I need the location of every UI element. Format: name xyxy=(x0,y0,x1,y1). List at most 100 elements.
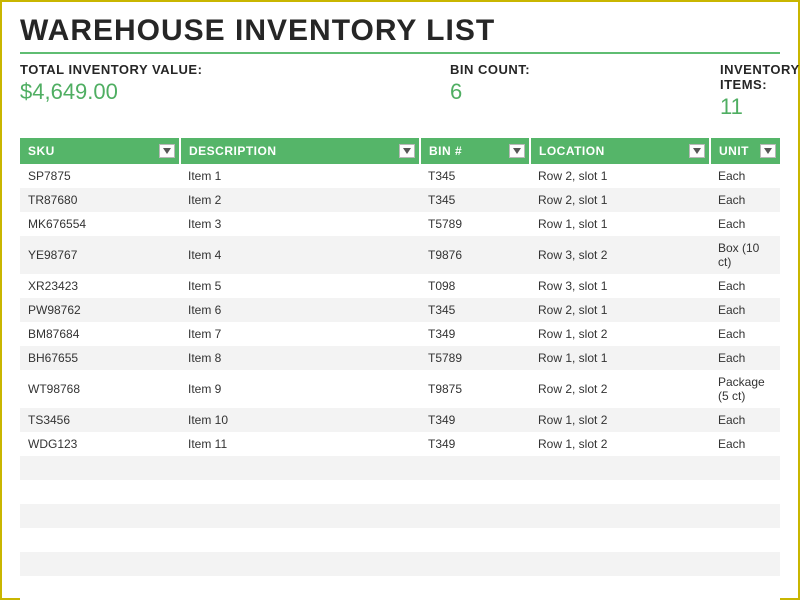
cell-empty xyxy=(420,528,530,552)
cell-location[interactable]: Row 3, slot 1 xyxy=(530,274,710,298)
filter-button-bin[interactable] xyxy=(509,144,525,158)
cell-sku[interactable]: BM87684 xyxy=(20,322,180,346)
cell-description[interactable]: Item 1 xyxy=(180,164,420,188)
col-unit[interactable]: UNIT xyxy=(710,138,780,164)
col-unit-label: UNIT xyxy=(719,144,749,158)
cell-description[interactable]: Item 3 xyxy=(180,212,420,236)
cell-sku[interactable]: BH67655 xyxy=(20,346,180,370)
col-description[interactable]: DESCRIPTION xyxy=(180,138,420,164)
table-row[interactable]: BM87684Item 7T349Row 1, slot 2Each xyxy=(20,322,780,346)
cell-sku[interactable]: TR87680 xyxy=(20,188,180,212)
cell-empty xyxy=(530,576,710,600)
table-row[interactable]: YE98767Item 4T9876Row 3, slot 2Box (10 c… xyxy=(20,236,780,274)
filter-button-sku[interactable] xyxy=(159,144,175,158)
cell-description[interactable]: Item 5 xyxy=(180,274,420,298)
cell-location[interactable]: Row 1, slot 2 xyxy=(530,432,710,456)
table-row[interactable]: WDG123Item 11T349Row 1, slot 2Each xyxy=(20,432,780,456)
cell-description[interactable]: Item 8 xyxy=(180,346,420,370)
cell-sku[interactable]: WDG123 xyxy=(20,432,180,456)
cell-location[interactable]: Row 2, slot 1 xyxy=(530,188,710,212)
table-row[interactable]: BH67655Item 8T5789Row 1, slot 1Each xyxy=(20,346,780,370)
cell-empty xyxy=(710,504,780,528)
table-row-empty xyxy=(20,504,780,528)
cell-sku[interactable]: PW98762 xyxy=(20,298,180,322)
table-row-empty xyxy=(20,480,780,504)
filter-button-unit[interactable] xyxy=(760,144,776,158)
table-body: SP7875Item 1T345Row 2, slot 1EachTR87680… xyxy=(20,164,780,600)
cell-unit[interactable]: Each xyxy=(710,298,780,322)
cell-bin[interactable]: T9876 xyxy=(420,236,530,274)
table-row[interactable]: TR87680Item 2T345Row 2, slot 1Each xyxy=(20,188,780,212)
cell-empty xyxy=(20,528,180,552)
cell-location[interactable]: Row 2, slot 2 xyxy=(530,370,710,408)
filter-button-location[interactable] xyxy=(689,144,705,158)
cell-bin[interactable]: T345 xyxy=(420,164,530,188)
cell-bin[interactable]: T9875 xyxy=(420,370,530,408)
cell-unit[interactable]: Each xyxy=(710,346,780,370)
cell-empty xyxy=(710,480,780,504)
cell-description[interactable]: Item 4 xyxy=(180,236,420,274)
table-header-row: SKU DESCRIPTION BIN # xyxy=(20,138,780,164)
summary-items-label: INVENTORY ITEMS: xyxy=(720,62,799,92)
cell-sku[interactable]: TS3456 xyxy=(20,408,180,432)
cell-sku[interactable]: YE98767 xyxy=(20,236,180,274)
cell-description[interactable]: Item 7 xyxy=(180,322,420,346)
table-row[interactable]: SP7875Item 1T345Row 2, slot 1Each xyxy=(20,164,780,188)
cell-description[interactable]: Item 9 xyxy=(180,370,420,408)
col-bin[interactable]: BIN # xyxy=(420,138,530,164)
table-row[interactable]: PW98762Item 6T345Row 2, slot 1Each xyxy=(20,298,780,322)
cell-empty xyxy=(420,552,530,576)
table-row-empty xyxy=(20,528,780,552)
cell-empty xyxy=(180,480,420,504)
cell-bin[interactable]: T345 xyxy=(420,298,530,322)
cell-bin[interactable]: T349 xyxy=(420,408,530,432)
cell-location[interactable]: Row 1, slot 1 xyxy=(530,346,710,370)
col-sku-label: SKU xyxy=(28,144,55,158)
cell-bin[interactable]: T5789 xyxy=(420,346,530,370)
cell-bin[interactable]: T349 xyxy=(420,432,530,456)
filter-button-description[interactable] xyxy=(399,144,415,158)
cell-location[interactable]: Row 1, slot 2 xyxy=(530,408,710,432)
col-sku[interactable]: SKU xyxy=(20,138,180,164)
cell-bin[interactable]: T345 xyxy=(420,188,530,212)
table-row[interactable]: WT98768Item 9T9875Row 2, slot 2Package (… xyxy=(20,370,780,408)
chevron-down-icon xyxy=(163,148,171,154)
cell-unit[interactable]: Each xyxy=(710,432,780,456)
cell-location[interactable]: Row 3, slot 2 xyxy=(530,236,710,274)
cell-empty xyxy=(530,528,710,552)
cell-sku[interactable]: WT98768 xyxy=(20,370,180,408)
table-row[interactable]: TS3456Item 10T349Row 1, slot 2Each xyxy=(20,408,780,432)
table-row-empty xyxy=(20,552,780,576)
cell-bin[interactable]: T349 xyxy=(420,322,530,346)
cell-unit[interactable]: Each xyxy=(710,274,780,298)
cell-empty xyxy=(20,576,180,600)
cell-unit[interactable]: Box (10 ct) xyxy=(710,236,780,274)
cell-bin[interactable]: T5789 xyxy=(420,212,530,236)
cell-description[interactable]: Item 11 xyxy=(180,432,420,456)
cell-sku[interactable]: MK676554 xyxy=(20,212,180,236)
cell-unit[interactable]: Each xyxy=(710,212,780,236)
cell-location[interactable]: Row 1, slot 1 xyxy=(530,212,710,236)
cell-location[interactable]: Row 2, slot 1 xyxy=(530,164,710,188)
cell-location[interactable]: Row 2, slot 1 xyxy=(530,298,710,322)
cell-unit[interactable]: Each xyxy=(710,322,780,346)
cell-unit[interactable]: Each xyxy=(710,408,780,432)
summary-bin-value: 6 xyxy=(450,79,700,105)
cell-sku[interactable]: SP7875 xyxy=(20,164,180,188)
cell-location[interactable]: Row 1, slot 2 xyxy=(530,322,710,346)
cell-empty xyxy=(180,504,420,528)
cell-unit[interactable]: Each xyxy=(710,164,780,188)
cell-description[interactable]: Item 2 xyxy=(180,188,420,212)
cell-description[interactable]: Item 10 xyxy=(180,408,420,432)
cell-description[interactable]: Item 6 xyxy=(180,298,420,322)
table-row[interactable]: MK676554Item 3T5789Row 1, slot 1Each xyxy=(20,212,780,236)
cell-sku[interactable]: XR23423 xyxy=(20,274,180,298)
cell-empty xyxy=(20,456,180,480)
cell-empty xyxy=(530,504,710,528)
cell-unit[interactable]: Each xyxy=(710,188,780,212)
cell-empty xyxy=(420,480,530,504)
col-location[interactable]: LOCATION xyxy=(530,138,710,164)
cell-bin[interactable]: T098 xyxy=(420,274,530,298)
table-row[interactable]: XR23423Item 5T098Row 3, slot 1Each xyxy=(20,274,780,298)
cell-unit[interactable]: Package (5 ct) xyxy=(710,370,780,408)
